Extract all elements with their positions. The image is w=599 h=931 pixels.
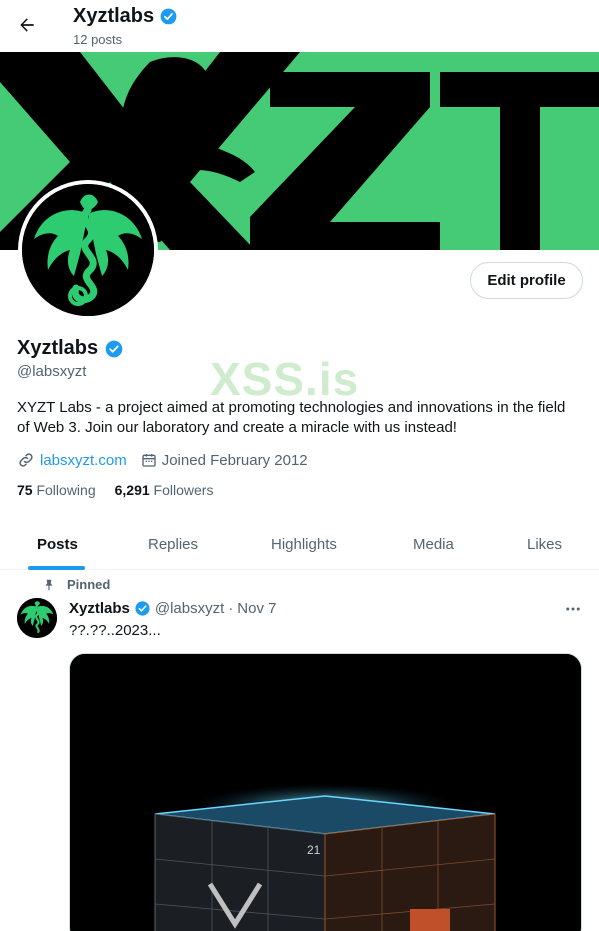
following-count: 75 <box>17 482 33 498</box>
pin-icon <box>45 579 53 590</box>
arrow-left-icon <box>20 18 34 32</box>
active-tab-indicator <box>28 566 85 570</box>
followers-link[interactable]: 6,291 Followers <box>115 482 214 498</box>
post-separator: · <box>228 600 234 617</box>
edit-profile-button[interactable]: Edit profile <box>470 262 583 299</box>
post-avatar[interactable] <box>17 598 57 638</box>
post-author-handle[interactable]: @labsxyzt <box>155 600 224 617</box>
back-button[interactable] <box>10 8 44 42</box>
followers-label: Followers <box>153 482 214 498</box>
post-text: ??.??..2023... <box>69 622 161 639</box>
joined-date: Joined February 2012 <box>161 451 308 469</box>
follow-stats: 75 Following 6,291 Followers <box>17 482 213 498</box>
header-posts-count: 12 posts <box>73 32 123 47</box>
post-media-image[interactable]: 21 <box>69 653 582 931</box>
tab-replies[interactable]: Replies <box>148 518 198 570</box>
dragon-avatar-icon <box>17 598 57 638</box>
profile-bio: XYZT Labs - a project aimed at promoting… <box>17 399 566 436</box>
joined-item: Joined February 2012 <box>141 452 308 469</box>
profile-handle: @labsxyzt <box>17 363 87 380</box>
profile-tabs: Posts Replies Highlights Media Likes <box>0 518 599 570</box>
cube-label: 21 <box>307 843 321 857</box>
post-author-name[interactable]: Xyztlabs <box>69 600 130 617</box>
pinned-indicator: Pinned <box>42 577 110 592</box>
more-options-button[interactable] <box>562 598 584 620</box>
following-link[interactable]: 75 Following <box>17 482 96 498</box>
cube-image: 21 <box>70 654 581 931</box>
tab-likes[interactable]: Likes <box>527 518 562 570</box>
verified-badge-icon <box>105 340 123 357</box>
profile-name: Xyztlabs <box>17 337 99 359</box>
profile-avatar[interactable] <box>18 180 158 320</box>
verified-badge-icon <box>135 601 150 616</box>
tab-highlights[interactable]: Highlights <box>271 518 337 570</box>
profile-meta: labsxyzt.com Joined February 2012 <box>17 450 308 470</box>
tab-posts[interactable]: Posts <box>37 518 78 570</box>
followers-count: 6,291 <box>114 482 150 498</box>
link-icon <box>19 453 33 467</box>
following-label: Following <box>36 482 96 498</box>
profile-name-row: Xyztlabs <box>17 337 124 360</box>
post-date[interactable]: Nov 7 <box>237 600 276 617</box>
website-link[interactable]: labsxyzt.com <box>40 452 127 469</box>
website-item: labsxyzt.com <box>17 451 127 469</box>
dragon-avatar-icon <box>22 184 154 316</box>
tab-media[interactable]: Media <box>413 518 454 570</box>
header-title-row: Xyztlabs <box>73 5 178 28</box>
header-title: Xyztlabs <box>73 5 155 27</box>
top-bar: Xyztlabs 12 posts <box>0 0 599 52</box>
more-icon <box>566 607 580 611</box>
verified-badge-icon <box>160 8 177 25</box>
calendar-icon <box>142 454 156 467</box>
post-header: Xyztlabs @labsxyzt · Nov 7 <box>69 600 276 617</box>
pinned-label: Pinned <box>67 577 111 592</box>
